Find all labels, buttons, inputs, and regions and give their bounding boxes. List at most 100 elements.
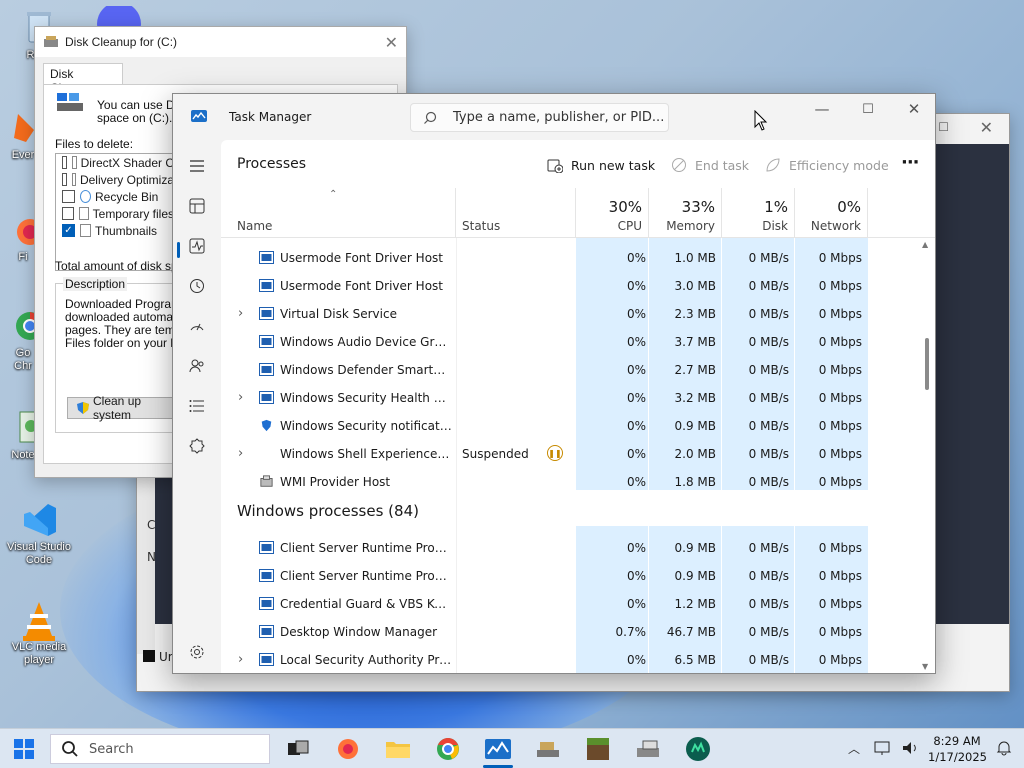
cell-memory: 1.0 MB: [674, 251, 716, 265]
taskbar-firefox[interactable]: [332, 734, 364, 764]
task-manager-icon: [485, 739, 511, 759]
column-name-label: Name: [237, 219, 273, 233]
cell-disk: 0 MB/s: [748, 391, 789, 405]
chevron-right-icon[interactable]: ›: [238, 446, 243, 461]
file-icon: [80, 224, 91, 237]
more-options-button[interactable]: ···: [901, 152, 919, 173]
maximize-button[interactable]: ☐: [845, 94, 891, 124]
list-item[interactable]: Delivery Optimiza: [56, 171, 174, 188]
table-row[interactable]: › Windows Security Health Servi... 0% 3.2 M…: [221, 384, 921, 412]
column-status[interactable]: Status: [456, 188, 576, 238]
clean-up-system-button[interactable]: Clean up system: [67, 394, 177, 422]
taskbar-app[interactable]: [632, 734, 664, 764]
processes-icon[interactable]: [185, 194, 209, 218]
desktop-icon-vscode[interactable]: Visual Studio Code: [4, 500, 74, 567]
table-row[interactable]: Usermode Font Driver Host 0% 1.0 MB 0 MB/s 0…: [221, 244, 921, 272]
table-row[interactable]: Windows Security notification... 0% 0.9 MB…: [221, 412, 921, 440]
app-history-icon[interactable]: [185, 274, 209, 298]
minimize-button[interactable]: —: [799, 94, 845, 124]
process-name: Usermode Font Driver Host: [280, 279, 443, 293]
table-row[interactable]: Desktop Window Manager 0.7% 46.7 MB 0 MB/s 0…: [221, 618, 921, 646]
table-row[interactable]: › Local Security Authority Proce... 0% 6.5 …: [221, 646, 921, 673]
column-cpu[interactable]: 30% CPU: [576, 188, 649, 238]
list-item[interactable]: Temporary files: [56, 205, 174, 222]
network-icon[interactable]: [874, 740, 892, 759]
start-button[interactable]: [8, 734, 40, 764]
checkbox-icon[interactable]: [143, 650, 155, 662]
device-icon: [637, 740, 659, 757]
users-icon[interactable]: [185, 354, 209, 378]
checkbox[interactable]: [62, 190, 75, 203]
process-icon: [259, 597, 274, 610]
task-view-button[interactable]: [282, 734, 314, 764]
process-icon: [259, 541, 274, 554]
maximize-icon[interactable]: ☐: [938, 120, 949, 134]
files-list[interactable]: DirectX Shader C Delivery Optimiza Recyc…: [55, 153, 175, 271]
section-header-windows-processes[interactable]: Windows processes (84): [237, 502, 419, 520]
table-row[interactable]: Client Server Runtime Process 0% 0.9 MB 0 M…: [221, 562, 921, 590]
table-row[interactable]: Windows Defender SmartScreen 0% 2.7 MB 0 MB…: [221, 356, 921, 384]
end-task-button[interactable]: End task: [671, 157, 749, 173]
chevron-right-icon[interactable]: ›: [238, 306, 243, 321]
performance-icon[interactable]: [185, 234, 209, 258]
page-title: Processes: [237, 156, 307, 172]
run-new-task-button[interactable]: Run new task: [547, 157, 655, 173]
list-item[interactable]: ✓ Thumbnails: [56, 222, 174, 239]
hamburger-menu-icon[interactable]: [185, 154, 209, 178]
checkbox-checked[interactable]: ✓: [62, 224, 75, 237]
column-name[interactable]: Name: [221, 188, 456, 238]
clock[interactable]: 8:29 AM 1/17/2025: [928, 733, 987, 765]
scrollbar-thumb[interactable]: [925, 338, 929, 390]
chevron-up-icon[interactable]: ︿: [848, 740, 860, 757]
list-item-label: Recycle Bin: [95, 189, 159, 204]
task-manager-titlebar[interactable]: Task Manager Type a name, publisher, or …: [173, 94, 935, 140]
task-manager-window[interactable]: Task Manager Type a name, publisher, or …: [172, 93, 936, 674]
taskbar-search-input[interactable]: Search: [50, 734, 270, 764]
checkbox[interactable]: [62, 173, 67, 186]
taskbar-chrome[interactable]: [432, 734, 464, 764]
desktop-icon-vlc[interactable]: VLC media player: [4, 600, 74, 667]
taskbar-disk-cleanup[interactable]: [532, 734, 564, 764]
notification-icon[interactable]: [996, 740, 1012, 759]
table-row[interactable]: › Windows Shell Experience Hos... Suspende…: [221, 440, 921, 468]
chevron-right-icon[interactable]: ›: [238, 390, 243, 405]
minimize-icon: —: [814, 100, 830, 118]
list-item[interactable]: Recycle Bin: [56, 188, 174, 205]
checkbox[interactable]: [62, 156, 68, 169]
close-icon[interactable]: ✕: [980, 118, 993, 137]
table-row[interactable]: › Virtual Disk Service 0% 2.3 MB 0 MB/s 0 Mbp…: [221, 300, 921, 328]
column-network-label: Network: [810, 219, 861, 233]
disk-cleanup-titlebar[interactable]: Disk Cleanup for (C:) ✕: [35, 27, 406, 57]
chevron-right-icon[interactable]: ›: [238, 652, 243, 667]
scroll-down-icon[interactable]: ▼: [922, 662, 928, 671]
list-item[interactable]: DirectX Shader C: [56, 154, 174, 171]
volume-icon[interactable]: [902, 740, 920, 759]
table-row[interactable]: Client Server Runtime Process 0% 0.9 MB 0 M…: [221, 534, 921, 562]
checkbox[interactable]: [62, 207, 74, 220]
cell-network: 0 Mbps: [818, 597, 862, 611]
services-icon[interactable]: [185, 434, 209, 458]
taskbar-app-2[interactable]: [682, 734, 714, 764]
settings-icon[interactable]: [185, 640, 209, 664]
table-row[interactable]: WMI Provider Host 0% 1.8 MB 0 MB/s 0 Mbps: [221, 468, 921, 496]
details-icon[interactable]: [185, 394, 209, 418]
scroll-up-icon[interactable]: ▲: [922, 240, 928, 249]
close-button[interactable]: ✕: [891, 94, 937, 124]
table-row[interactable]: Usermode Font Driver Host 0% 3.0 MB 0 MB/s 0…: [221, 272, 921, 300]
vertical-scrollbar[interactable]: ▲ ▼: [922, 238, 932, 673]
search-input[interactable]: Type a name, publisher, or PID...: [410, 103, 669, 132]
column-network[interactable]: 0% Network: [795, 188, 868, 238]
tab-disk-cleanup[interactable]: Disk Cleanup: [43, 63, 123, 95]
close-icon[interactable]: ✕: [385, 33, 398, 53]
efficiency-mode-button[interactable]: Efficiency mode: [765, 157, 889, 173]
taskbar-minecraft[interactable]: [582, 734, 614, 764]
column-memory[interactable]: 33% Memory: [649, 188, 722, 238]
startup-apps-icon[interactable]: [185, 314, 209, 338]
table-row[interactable]: Windows Audio Device Graph ... 0% 3.7 MB 0 …: [221, 328, 921, 356]
table-row[interactable]: Credential Guard & VBS Key Is... 0% 1.2 MB…: [221, 590, 921, 618]
taskbar-file-explorer[interactable]: [382, 734, 414, 764]
windows-logo-icon: [14, 739, 34, 759]
shield-icon: [77, 402, 89, 414]
taskbar-task-manager[interactable]: [482, 734, 514, 764]
column-disk[interactable]: 1% Disk: [722, 188, 795, 238]
